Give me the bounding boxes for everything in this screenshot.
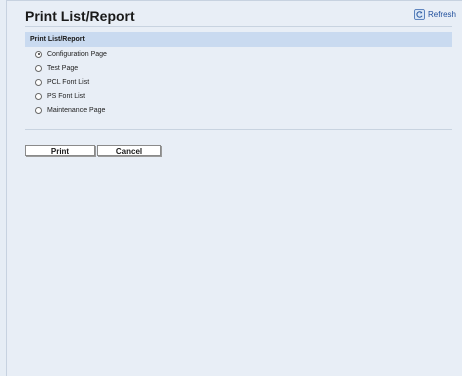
- cancel-button[interactable]: Cancel: [97, 145, 161, 156]
- radio-button[interactable]: [35, 78, 42, 86]
- radio-button[interactable]: [35, 64, 42, 72]
- option-ps-font-list[interactable]: PS Font List: [35, 89, 107, 103]
- option-label: Maintenance Page: [47, 106, 106, 114]
- option-maintenance-page[interactable]: Maintenance Page: [35, 103, 107, 117]
- refresh-icon: [413, 9, 425, 20]
- report-options: Configuration Page Test Page PCL Font Li…: [35, 47, 107, 117]
- title-divider: [25, 26, 452, 27]
- print-button[interactable]: Print: [25, 145, 95, 156]
- option-configuration-page[interactable]: Configuration Page: [35, 47, 107, 61]
- option-label: Test Page: [47, 64, 79, 72]
- radio-button[interactable]: [35, 106, 42, 114]
- option-pcl-font-list[interactable]: PCL Font List: [35, 75, 107, 89]
- refresh-label: Refresh: [427, 10, 456, 19]
- radio-button[interactable]: [35, 50, 42, 58]
- page-frame: Print List/Report Refresh Print List/Rep…: [6, 0, 462, 376]
- option-test-page[interactable]: Test Page: [35, 61, 107, 75]
- option-label: PCL Font List: [47, 78, 90, 86]
- section-divider: [25, 129, 452, 130]
- option-label: PS Font List: [47, 92, 86, 100]
- radio-button[interactable]: [35, 92, 42, 100]
- refresh-link[interactable]: Refresh: [413, 9, 456, 20]
- page-title: Print List/Report: [25, 8, 135, 24]
- option-label: Configuration Page: [47, 50, 107, 58]
- section-header: Print List/Report: [25, 32, 452, 47]
